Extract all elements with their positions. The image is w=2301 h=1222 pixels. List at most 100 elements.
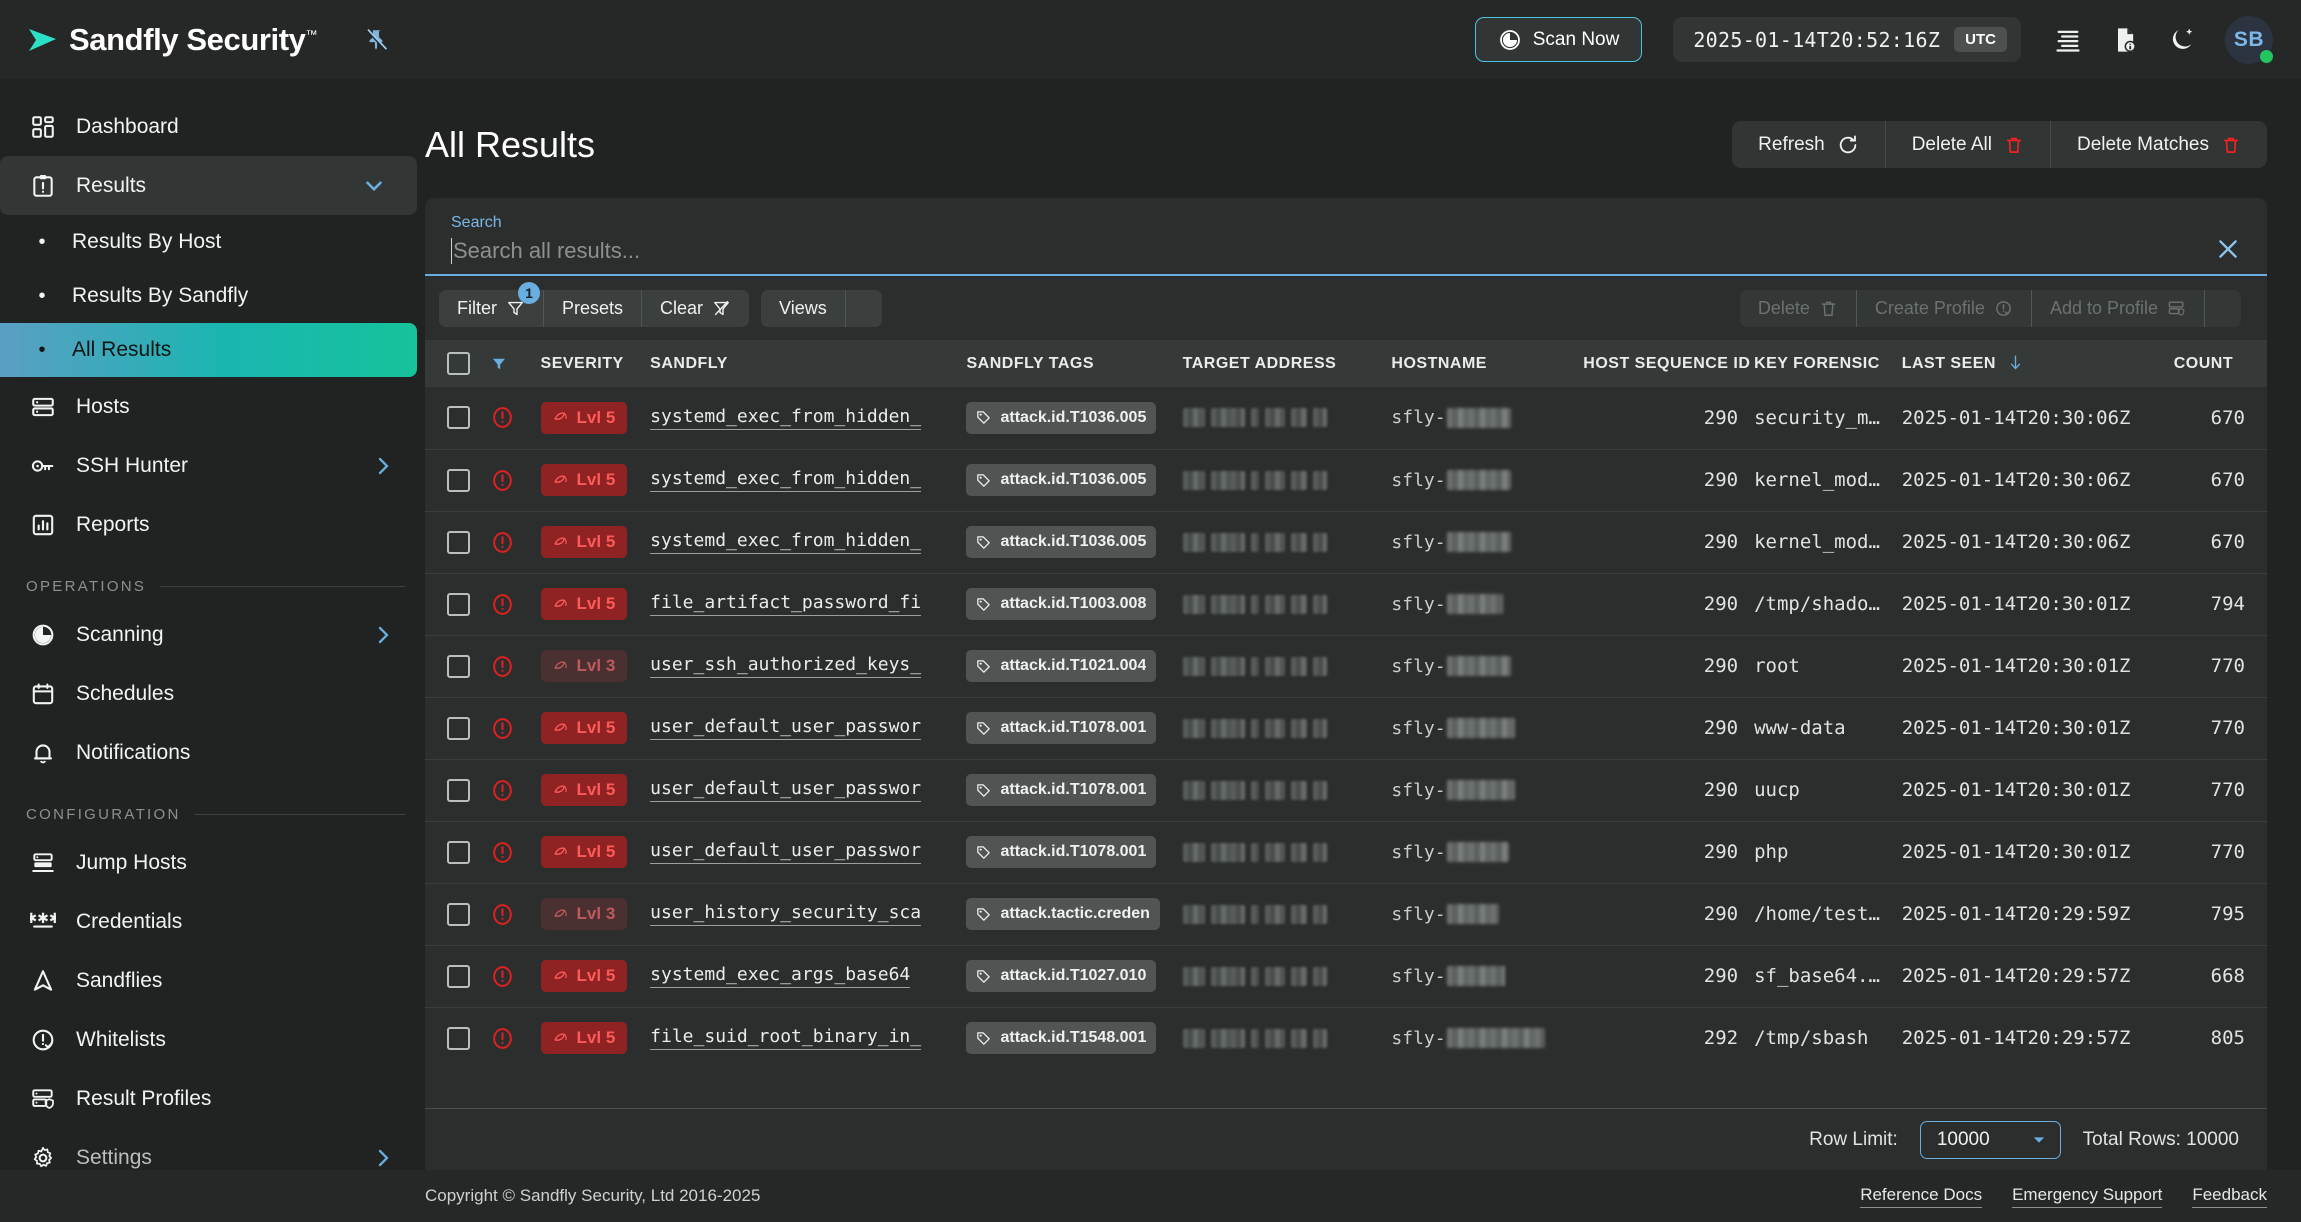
row-checkbox[interactable] xyxy=(447,716,470,740)
row-select-cell[interactable] xyxy=(425,449,482,512)
row-checkbox[interactable] xyxy=(447,406,470,430)
sandfly-link[interactable]: user_ssh_authorized_keys_ xyxy=(650,654,922,678)
timestamp-pill[interactable]: 2025-01-14T20:52:16Z UTC xyxy=(1673,17,2021,62)
sidebar-item-scanning[interactable]: Scanning xyxy=(0,605,425,664)
sandfly-tag-chip[interactable]: attack.id.T1003.008 xyxy=(966,588,1157,620)
table-row[interactable]: Lvl 5 systemd_exec_from_hidden_ attack.i… xyxy=(425,449,2267,512)
delete-matches-button[interactable]: Delete Matches xyxy=(2051,121,2267,168)
search-input[interactable] xyxy=(453,238,2195,264)
sidebar-item-schedules[interactable]: Schedules xyxy=(0,664,425,723)
table-row[interactable]: Lvl 5 systemd_exec_from_hidden_ attack.i… xyxy=(425,387,2267,450)
sidebar-item-sandflies[interactable]: Sandflies xyxy=(0,951,425,1010)
row-checkbox[interactable] xyxy=(447,654,470,678)
chevron-right-icon[interactable] xyxy=(371,623,395,647)
sandfly-tag-chip[interactable]: attack.id.T1078.001 xyxy=(966,774,1157,806)
th-severity[interactable]: SEVERITY xyxy=(532,340,643,387)
row-checkbox[interactable] xyxy=(447,530,470,554)
row-select-cell[interactable] xyxy=(425,387,482,450)
sandfly-link[interactable]: user_default_user_passwor xyxy=(650,716,922,740)
sandfly-link[interactable]: systemd_exec_args_base64 xyxy=(650,964,911,988)
th-host-sequence-id[interactable]: HOST SEQUENCE ID xyxy=(1575,340,1750,387)
presets-button[interactable]: Presets xyxy=(544,290,643,327)
footer-link-reference-docs[interactable]: Reference Docs xyxy=(1860,1185,1983,1208)
table-row[interactable]: Lvl 5 user_default_user_passwor attack.i… xyxy=(425,697,2267,760)
sidebar-item-jump-hosts[interactable]: Jump Hosts xyxy=(0,833,425,892)
sandfly-link[interactable]: user_history_security_sca xyxy=(650,902,922,926)
table-row[interactable]: Lvl 5 systemd_exec_from_hidden_ attack.i… xyxy=(425,511,2267,574)
sidebar-item-settings[interactable]: Settings xyxy=(0,1128,425,1170)
sandfly-tag-chip[interactable]: attack.id.T1078.001 xyxy=(966,836,1157,868)
row-checkbox[interactable] xyxy=(447,592,470,616)
table-row[interactable]: Lvl 5 file_suid_root_binary_in_ attack.i… xyxy=(425,1007,2267,1069)
row-checkbox[interactable] xyxy=(447,964,470,988)
th-sandfly-tags[interactable]: SANDFLY TAGS xyxy=(958,340,1175,387)
table-row[interactable]: Lvl 5 file_artifact_password_fi attack.i… xyxy=(425,573,2267,636)
table-row[interactable]: Lvl 5 user_default_user_passwor attack.i… xyxy=(425,759,2267,822)
sandfly-link[interactable]: user_default_user_passwor xyxy=(650,778,922,802)
row-limit-select[interactable]: 10000 xyxy=(1919,1120,2061,1159)
th-key-forensic[interactable]: KEY FORENSIC xyxy=(1746,340,1894,387)
row-select-cell[interactable] xyxy=(425,1007,482,1069)
chevron-down-icon[interactable] xyxy=(361,173,387,199)
brand-logo[interactable]: Sandfly Security™ xyxy=(26,22,318,58)
row-select-cell[interactable] xyxy=(425,697,482,760)
table-row[interactable]: Lvl 5 systemd_exec_args_base64 attack.id… xyxy=(425,945,2267,1008)
views-button[interactable]: Views xyxy=(761,290,846,327)
sidebar-item-all-results[interactable]: • All Results xyxy=(0,323,417,377)
sandfly-tag-chip[interactable]: attack.id.T1036.005 xyxy=(966,464,1157,496)
th-select-all[interactable] xyxy=(425,340,482,387)
sidebar-item-whitelists[interactable]: Whitelists xyxy=(0,1010,425,1069)
sandfly-link[interactable]: systemd_exec_from_hidden_ xyxy=(650,530,922,554)
row-checkbox[interactable] xyxy=(447,840,470,864)
sandfly-link[interactable]: file_artifact_password_fi xyxy=(650,592,922,616)
create-profile-button[interactable]: Create Profile xyxy=(1857,290,2032,327)
footer-link-feedback[interactable]: Feedback xyxy=(2192,1185,2267,1208)
footer-link-emergency-support[interactable]: Emergency Support xyxy=(2012,1185,2163,1208)
th-hostname[interactable]: HOSTNAME xyxy=(1383,340,1576,387)
document-info-icon[interactable] xyxy=(2111,26,2139,54)
table-row[interactable]: Lvl 5 user_default_user_passwor attack.i… xyxy=(425,821,2267,884)
pin-off-icon[interactable] xyxy=(363,27,389,53)
th-count[interactable]: COUNT xyxy=(2165,340,2267,387)
sidebar-item-results-by-host[interactable]: • Results By Host xyxy=(0,215,425,269)
sandfly-tag-chip[interactable]: attack.id.T1548.001 xyxy=(966,1022,1157,1055)
sidebar-item-results[interactable]: Results xyxy=(0,156,417,215)
filter-button[interactable]: Filter 1 xyxy=(439,282,544,327)
moon-dark-mode-icon[interactable] xyxy=(2168,26,2196,54)
sandfly-tag-chip[interactable]: attack.id.T1036.005 xyxy=(966,526,1157,558)
row-select-cell[interactable] xyxy=(425,759,482,822)
th-target-address[interactable]: TARGET ADDRESS xyxy=(1174,340,1384,387)
select-all-checkbox[interactable] xyxy=(447,352,470,375)
bulk-overflow-button[interactable] xyxy=(2205,290,2241,327)
row-checkbox[interactable] xyxy=(447,902,470,926)
add-to-profile-button[interactable]: Add to Profile xyxy=(2032,290,2205,327)
row-select-cell[interactable] xyxy=(425,573,482,636)
sandfly-tag-chip[interactable]: attack.id.T1021.004 xyxy=(966,650,1157,682)
table-row[interactable]: Lvl 3 user_history_security_sca attack.t… xyxy=(425,883,2267,946)
sidebar-item-ssh-hunter[interactable]: SSH Hunter xyxy=(0,436,425,495)
row-checkbox[interactable] xyxy=(447,1026,470,1050)
sandfly-link[interactable]: systemd_exec_from_hidden_ xyxy=(650,468,922,492)
list-activity-icon[interactable] xyxy=(2054,26,2082,54)
table-row[interactable]: Lvl 3 user_ssh_authorized_keys_ attack.i… xyxy=(425,635,2267,698)
row-select-cell[interactable] xyxy=(425,883,482,946)
row-select-cell[interactable] xyxy=(425,635,482,698)
sandfly-link[interactable]: user_default_user_passwor xyxy=(650,840,922,864)
sidebar-item-dashboard[interactable]: Dashboard xyxy=(0,97,425,156)
th-sandfly[interactable]: SANDFLY xyxy=(642,340,959,387)
chevron-right-icon[interactable] xyxy=(371,1146,395,1170)
delete-all-button[interactable]: Delete All xyxy=(1886,121,2051,168)
sidebar-item-notifications[interactable]: Notifications xyxy=(0,723,425,782)
row-checkbox[interactable] xyxy=(447,468,470,492)
delete-selected-button[interactable]: Delete xyxy=(1740,290,1857,327)
sandfly-link[interactable]: systemd_exec_from_hidden_ xyxy=(650,406,922,430)
sandfly-link[interactable]: file_suid_root_binary_in_ xyxy=(650,1026,922,1051)
sandfly-tag-chip[interactable]: attack.id.T1027.010 xyxy=(966,960,1157,992)
sandfly-tag-chip[interactable]: attack.id.T1078.001 xyxy=(966,712,1157,744)
sidebar-item-reports[interactable]: Reports xyxy=(0,495,425,554)
th-last-seen[interactable]: LAST SEEN xyxy=(1893,340,2166,387)
results-table-scroll[interactable]: SEVERITY SANDFLY SANDFLY TAGS TARGET ADD… xyxy=(425,340,2267,1108)
close-x-icon[interactable] xyxy=(2215,236,2241,262)
sandfly-tag-chip[interactable]: attack.tactic.creden xyxy=(966,898,1160,930)
th-filter-flag[interactable] xyxy=(481,340,533,387)
